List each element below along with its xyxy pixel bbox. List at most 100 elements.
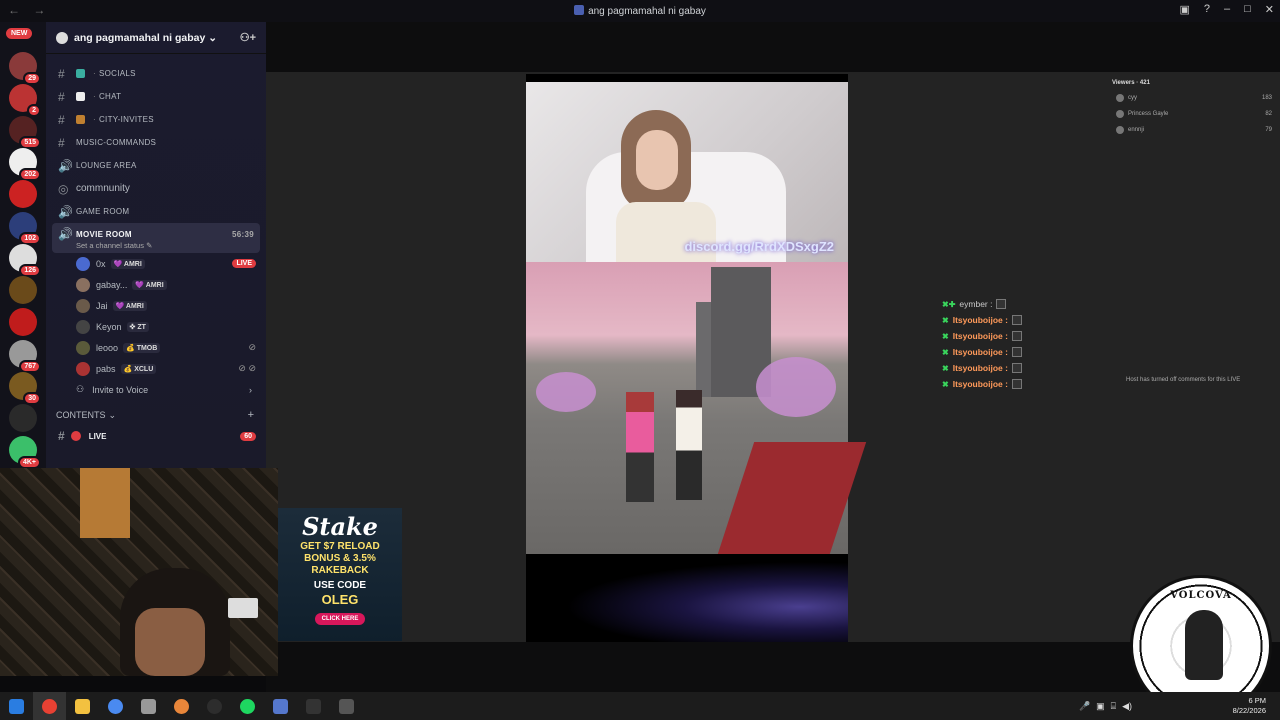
help-icon[interactable]: ? <box>1204 3 1210 16</box>
app-dark-taskbar-button[interactable] <box>297 692 330 720</box>
comment-row: ✖ Itsyouboijoe : <box>942 376 1022 392</box>
channel-name: socials <box>98 69 136 78</box>
discord-link-overlay: discord.gg/RrdXDSxgZ2 <box>684 239 834 254</box>
ad-line: RAKEBACK <box>311 565 369 576</box>
channel-chat[interactable]: # · chat <box>46 85 266 108</box>
server-icon[interactable]: 2 <box>9 84 41 117</box>
app-nvidia-icon <box>339 698 354 714</box>
server-icon[interactable]: 515 <box>9 116 41 149</box>
channel-name: music-commands <box>76 138 157 147</box>
file-explorer-taskbar-button[interactable] <box>66 692 99 720</box>
obs-taskbar-button[interactable] <box>198 692 231 720</box>
voice-user-name: 0x <box>96 258 106 269</box>
viewer-count: 79 <box>1265 127 1272 133</box>
inbox-icon[interactable]: ▣ <box>1179 3 1189 16</box>
tray-app-icon[interactable]: ▣ <box>1096 701 1105 712</box>
channel-lounge-area[interactable]: 🔊 lounge area <box>46 154 266 177</box>
server-icon[interactable]: 4K+ <box>9 436 41 468</box>
hash-icon: # <box>58 112 65 127</box>
server-icon[interactable] <box>9 276 37 304</box>
channel-name: city-invites <box>98 115 154 124</box>
server-icon[interactable]: 767 <box>9 340 41 373</box>
close-button[interactable]: ✕ <box>1265 3 1274 16</box>
server-icon[interactable] <box>9 404 37 432</box>
clan-tag: ✜ ZT <box>126 321 149 332</box>
system-clock[interactable]: 6 PM 8/22/2026 <box>1233 696 1266 716</box>
forum-icon: ◎ <box>58 181 69 196</box>
voice-user[interactable]: leooo 💰 TMOB ⊘ <box>46 337 266 358</box>
server-icon[interactable]: 30 <box>9 372 41 405</box>
voice-user[interactable]: gabay... 💜 AMRI <box>46 274 266 295</box>
channel-city-invites[interactable]: # · city-invites <box>46 108 266 131</box>
chrome-taskbar-button[interactable] <box>33 692 66 720</box>
add-channel-icon[interactable]: + <box>248 409 254 421</box>
clan-tag: 💜 AMRI <box>132 279 167 290</box>
viewers-panel: Viewers · 421 cyy 183 Princess Gayle 82 ennn… <box>1112 80 1272 138</box>
notes-taskbar-button[interactable] <box>132 692 165 720</box>
app-nvidia-taskbar-button[interactable] <box>330 692 363 720</box>
microphone-icon[interactable]: 🎤 <box>1079 701 1090 712</box>
viewer-avatar <box>1116 126 1124 134</box>
voice-user[interactable]: pabs 💰 XCLU ⊘ ⊘ <box>46 358 266 379</box>
channel-commnunity[interactable]: ◎ commnunity <box>46 177 266 200</box>
live-badge[interactable]: LIVE <box>232 259 256 268</box>
channel-movie-room[interactable]: 🔊 MOVIE ROOM 56:39 Set a channel status ✎ <box>52 223 260 253</box>
clan-tag: 💰 TMOB <box>123 342 161 353</box>
category-contents[interactable]: CONTENTS ⌄ + <box>46 404 266 426</box>
volume-icon[interactable]: ◀) <box>1122 701 1132 712</box>
viewer-row: ennnji 79 <box>1112 122 1272 138</box>
wood-panel <box>80 468 130 538</box>
server-icon[interactable]: 29 <box>9 52 41 85</box>
server-icon <box>574 5 585 15</box>
server-icon[interactable] <box>9 180 37 208</box>
comments-disabled-notice: Host has turned off comments for this LI… <box>1126 377 1241 383</box>
avatar <box>76 298 90 313</box>
comment-username: Itsyouboijoe : <box>952 363 1008 373</box>
tiktok-live-view: discord.gg/RrdXDSxgZ2 <box>526 74 867 642</box>
server-icon[interactable] <box>9 308 37 336</box>
stake-ad[interactable]: Stake GET $7 RELOAD BONUS & 3.5% RAKEBAC… <box>278 508 402 641</box>
avatar <box>76 361 90 376</box>
start-menu-taskbar-button[interactable] <box>0 692 33 720</box>
character-male <box>676 390 702 500</box>
add-user-icon[interactable]: ⚇+ <box>240 31 256 44</box>
channel-game-room[interactable]: 🔊 game room <box>46 200 266 223</box>
streamer-webcam <box>0 468 278 676</box>
channel-status[interactable]: Set a channel status ✎ <box>58 241 152 250</box>
server-icon[interactable]: 102 <box>9 212 41 245</box>
sticker-image-icon <box>1011 363 1022 373</box>
browser-orange-taskbar-button[interactable] <box>165 692 198 720</box>
channel-music-commands[interactable]: # music-commands <box>46 131 266 154</box>
avatar <box>76 340 90 355</box>
channel-socials[interactable]: # · socials <box>46 62 266 85</box>
network-icon[interactable]: ⌸ <box>1111 701 1116 712</box>
channel-name: chat <box>98 92 122 101</box>
server-header[interactable]: ang pagmamahal ni gabay ⌄ ⚇+ <box>46 22 266 54</box>
chrome-profile-taskbar-button[interactable] <box>99 692 132 720</box>
voice-user[interactable]: 0x 💜 AMRI LIVE <box>46 253 266 274</box>
file-explorer-icon <box>75 698 90 714</box>
hash-icon: # <box>58 135 65 150</box>
invite-to-voice[interactable]: ⚇ Invite to Voice › <box>46 379 266 400</box>
sticker-image-icon <box>996 299 1007 309</box>
invite-label: Invite to Voice <box>92 384 149 395</box>
spotify-taskbar-button[interactable] <box>231 692 264 720</box>
sticker-image-icon <box>1011 315 1022 325</box>
app-blue-taskbar-button[interactable] <box>264 692 297 720</box>
maximize-button[interactable]: □ <box>1244 3 1251 16</box>
voice-user[interactable]: Keyon ✜ ZT <box>46 316 266 337</box>
browser-orange-icon <box>174 698 189 714</box>
click-here-button[interactable]: CLICK HERE <box>314 613 366 625</box>
voice-timer: 56:39 <box>232 229 254 239</box>
comment-username: eymber : <box>959 299 993 309</box>
viewers-header: Viewers · 421 <box>1112 80 1150 86</box>
channel-live[interactable]: # LIVE 60 <box>46 426 266 446</box>
server-icon[interactable]: 126 <box>9 244 41 277</box>
minimize-button[interactable]: – <box>1224 3 1230 16</box>
ad-line: GET $7 RELOAD <box>300 541 380 552</box>
muted-icon: ⊘ ⊘ <box>238 363 256 373</box>
server-icon[interactable]: 202 <box>9 148 41 181</box>
voice-user[interactable]: Jai 💜 AMRI <box>46 295 266 316</box>
viewer-name: ennnji <box>1128 127 1145 133</box>
ad-line: BONUS & 3.5% <box>304 553 376 564</box>
